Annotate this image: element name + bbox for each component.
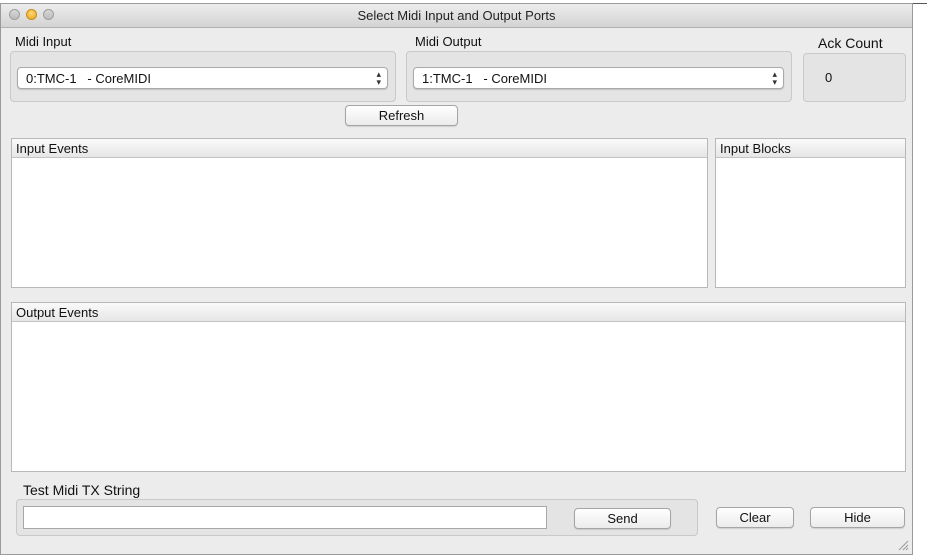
resize-grip-icon[interactable] [897,539,909,551]
output-events-header: Output Events [12,303,905,322]
send-button[interactable]: Send [574,508,671,529]
window: Select Midi Input and Output Ports Midi … [0,3,913,555]
select-arrows-icon: ▴ ▾ [772,69,777,87]
midi-input-selected-value: 0:TMC-1 - CoreMIDI [26,71,151,86]
input-events-header: Input Events [12,139,707,158]
midi-output-select[interactable]: 1:TMC-1 - CoreMIDI ▴ ▾ [413,67,784,89]
input-events-panel[interactable]: Input Events [11,138,708,288]
test-midi-tx-input[interactable] [23,506,547,529]
midi-output-selected-value: 1:TMC-1 - CoreMIDI [422,71,547,86]
midi-output-group: 1:TMC-1 - CoreMIDI ▴ ▾ [406,51,792,102]
ack-count-value: 0 [825,70,833,85]
midi-input-group: 0:TMC-1 - CoreMIDI ▴ ▾ [10,51,396,102]
input-blocks-panel[interactable]: Input Blocks [715,138,906,288]
clear-button[interactable]: Clear [716,507,794,528]
title-bar[interactable]: Select Midi Input and Output Ports [1,4,912,28]
midi-input-label: Midi Input [15,34,72,49]
ack-count-box: 0 [803,53,906,102]
output-events-panel[interactable]: Output Events [11,302,906,472]
screen-edge-divider [913,3,927,6]
select-arrows-icon: ▴ ▾ [376,69,381,87]
test-midi-tx-group: Send [16,499,698,536]
midi-output-label: Midi Output [415,34,482,49]
midi-input-select[interactable]: 0:TMC-1 - CoreMIDI ▴ ▾ [17,67,388,89]
ack-count-label: Ack Count [818,35,883,51]
refresh-button[interactable]: Refresh [345,105,458,126]
input-events-title: Input Events [16,141,89,156]
test-midi-tx-label: Test Midi TX String [23,482,141,498]
input-blocks-header: Input Blocks [716,139,905,158]
hide-button[interactable]: Hide [810,507,905,528]
input-blocks-title: Input Blocks [720,141,791,156]
output-events-title: Output Events [16,305,99,320]
window-title: Select Midi Input and Output Ports [357,8,556,23]
